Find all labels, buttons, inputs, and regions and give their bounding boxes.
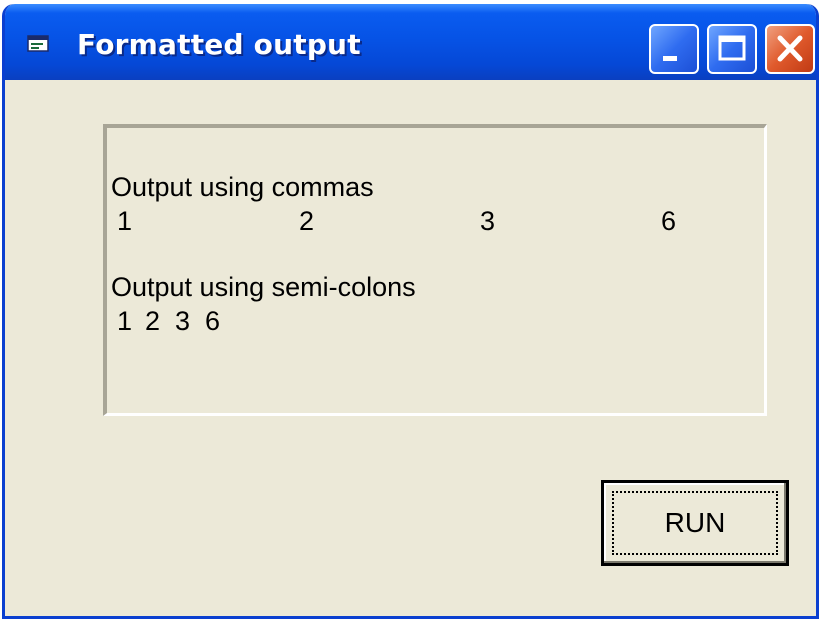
commas-value-4: 6: [661, 206, 677, 236]
semicolons-value-1: 1: [117, 306, 133, 336]
commas-label: Output using commas: [111, 172, 374, 202]
run-button[interactable]: RUN: [601, 480, 789, 566]
semicolons-value-2: 2: [145, 306, 161, 336]
main-window: Formatted output Output using commas 1 2…: [2, 4, 819, 619]
commas-value-2: 2: [299, 206, 315, 236]
close-button[interactable]: [765, 24, 815, 74]
semicolons-label: Output using semi-colons: [111, 272, 416, 302]
semicolons-value-3: 3: [175, 306, 191, 336]
run-button-label: RUN: [612, 491, 778, 555]
commas-value-3: 3: [480, 206, 496, 236]
commas-value-1: 1: [117, 206, 133, 236]
minimize-button[interactable]: [649, 24, 699, 74]
app-form-icon[interactable]: [27, 34, 51, 54]
window-title: Formatted output: [77, 28, 361, 61]
title-bar[interactable]: Formatted output: [5, 4, 816, 80]
output-display: Output using commas 1 2 3 6 Output using…: [103, 124, 767, 416]
maximize-button[interactable]: [707, 24, 757, 74]
semicolons-value-4: 6: [205, 306, 221, 336]
